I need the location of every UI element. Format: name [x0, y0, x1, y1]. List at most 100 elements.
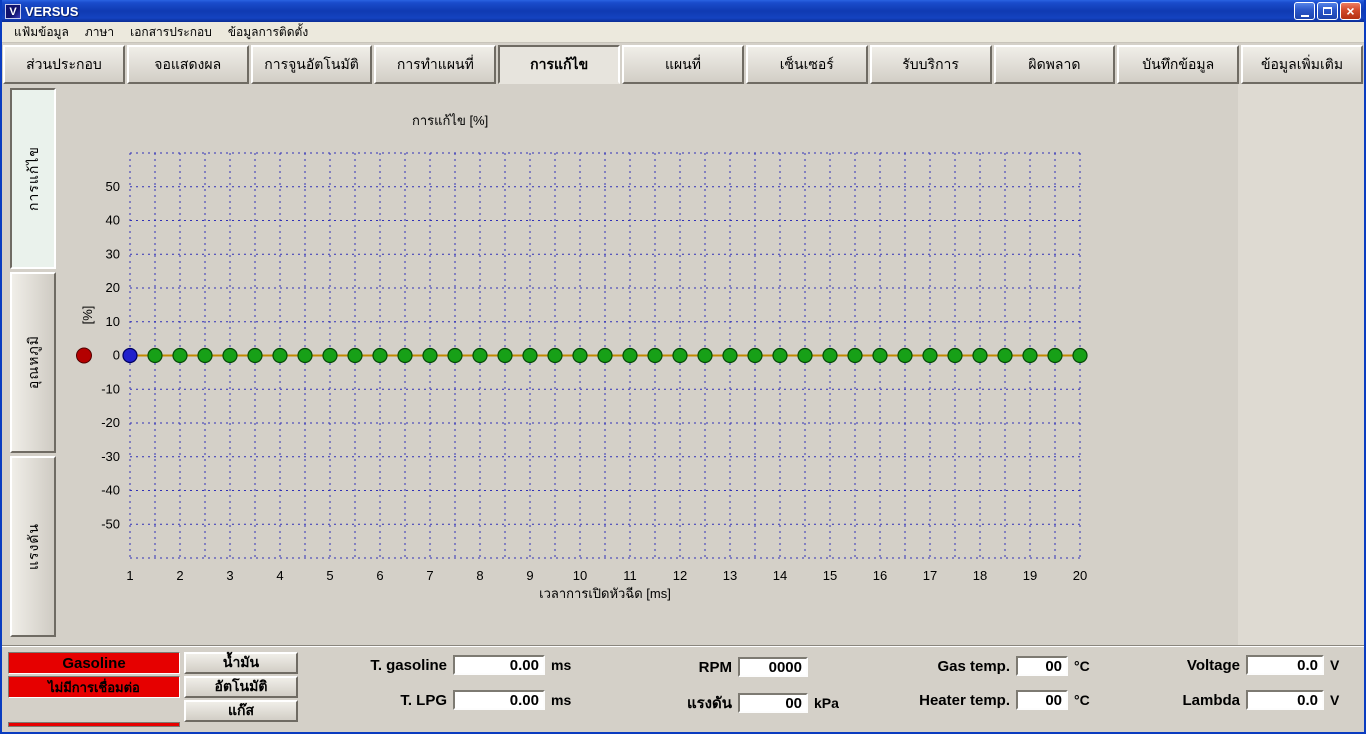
- gas-temp-label: Gas temp.: [937, 657, 1010, 675]
- chart-point[interactable]: [372, 347, 388, 364]
- tab-1[interactable]: จอแสดงผล: [126, 45, 249, 84]
- lambda-unit: V: [1330, 692, 1340, 708]
- chart-point[interactable]: [347, 347, 363, 364]
- right-panel: [1238, 84, 1364, 648]
- chart-point[interactable]: [922, 347, 938, 364]
- fuel-mode-buttons: น้ำมัน อัตโนมัติ แก๊ส: [184, 652, 298, 722]
- chart-point[interactable]: [197, 347, 213, 364]
- side-tab-2[interactable]: แรงดัน: [10, 456, 56, 637]
- t-gasoline-value[interactable]: [453, 655, 545, 675]
- x-tick-label: 14: [773, 568, 787, 583]
- status-panel: Gasoline ไม่มีการเชื่อมต่อ น้ำมัน อัตโนมั…: [2, 645, 1364, 732]
- chart-point[interactable]: [747, 347, 763, 364]
- chart-point[interactable]: [247, 347, 263, 364]
- chart-point[interactable]: [947, 347, 963, 364]
- y-tick-label: -50: [101, 516, 120, 531]
- connection-status-indicator: ไม่มีการเชื่อมต่อ: [8, 676, 180, 698]
- chart-point[interactable]: [872, 347, 888, 364]
- minimize-icon: [1300, 14, 1309, 17]
- pressure-value[interactable]: [738, 693, 808, 713]
- chart-point[interactable]: [322, 347, 338, 364]
- chart-point[interactable]: [647, 347, 663, 364]
- chart-point[interactable]: [622, 347, 638, 364]
- tab-5[interactable]: แผนที่: [622, 45, 744, 84]
- chart-point[interactable]: [297, 347, 313, 364]
- menu-item-0[interactable]: แฟ้มข้อมูล: [6, 21, 77, 44]
- tab-2[interactable]: การจูนอัตโนมัติ: [250, 45, 373, 84]
- chart-point[interactable]: [522, 347, 538, 364]
- chart-point[interactable]: [972, 347, 988, 364]
- tab-6[interactable]: เซ็นเซอร์: [745, 45, 868, 84]
- chart-point[interactable]: [997, 347, 1013, 364]
- fuel-mode-button-1[interactable]: อัตโนมัติ: [184, 676, 298, 698]
- x-tick-label: 19: [1023, 568, 1037, 583]
- chart-point[interactable]: [597, 347, 613, 364]
- chart-point[interactable]: [422, 347, 438, 364]
- chart-point[interactable]: [447, 347, 463, 364]
- x-tick-label: 1: [126, 568, 133, 583]
- side-tab-1[interactable]: อุณหภูมิ: [10, 272, 56, 453]
- chart-point[interactable]: [1072, 347, 1088, 364]
- selected-chart-point[interactable]: [122, 347, 138, 364]
- tab-4[interactable]: การแก้ไข: [498, 45, 621, 84]
- chart-point[interactable]: [147, 347, 163, 364]
- offscale-marker[interactable]: [76, 347, 92, 364]
- chart-point[interactable]: [797, 347, 813, 364]
- rpm-label: RPM: [698, 658, 732, 676]
- tab-8[interactable]: ผิดพลาด: [993, 45, 1116, 84]
- x-axis-label: เวลาการเปิดหัวฉีด [ms]: [539, 586, 671, 601]
- chart-point[interactable]: [572, 347, 588, 364]
- pressure-label: แรงดัน: [686, 695, 732, 712]
- tab-0[interactable]: ส่วนประกอบ: [3, 45, 125, 84]
- tab-3[interactable]: การทำแผนที่: [374, 45, 497, 84]
- pressure-field: แรงดัน kPa: [667, 691, 839, 715]
- chart-point[interactable]: [822, 347, 838, 364]
- x-tick-label: 15: [823, 568, 837, 583]
- heater-temp-label: Heater temp.: [919, 691, 1010, 709]
- rpm-value[interactable]: [738, 657, 808, 677]
- title-bar[interactable]: V VERSUS ×: [2, 0, 1364, 22]
- y-tick-label: -10: [101, 381, 120, 396]
- menu-item-2[interactable]: เอกสารประกอบ: [122, 21, 220, 44]
- y-tick-label: 40: [106, 213, 120, 228]
- chart-point[interactable]: [672, 347, 688, 364]
- menu-item-1[interactable]: ภาษา: [77, 21, 122, 44]
- tab-7[interactable]: รับบริการ: [869, 45, 992, 84]
- chart-point[interactable]: [272, 347, 288, 364]
- chart-point[interactable]: [497, 347, 513, 364]
- chart-plot[interactable]: 1 2 3 4 5 6 7 8 9 10 11 12 13 14 15 16 17 18 19 20504030201…: [62, 120, 1102, 620]
- maximize-button[interactable]: [1317, 2, 1338, 20]
- chart-point[interactable]: [897, 347, 913, 364]
- minimize-button[interactable]: [1294, 2, 1315, 20]
- chart-point[interactable]: [547, 347, 563, 364]
- voltage-value[interactable]: [1246, 655, 1324, 675]
- fuel-mode-button-2[interactable]: แก๊ส: [184, 700, 298, 722]
- side-tab-0[interactable]: การแก้ไข: [10, 88, 56, 269]
- side-tab-bar: การแก้ไข อุณหภูมิ แรงดัน: [10, 88, 56, 637]
- lambda-value[interactable]: [1246, 690, 1324, 710]
- chart-point[interactable]: [772, 347, 788, 364]
- close-icon: ×: [1346, 3, 1355, 19]
- heater-temp-value[interactable]: [1016, 690, 1068, 710]
- chart-point[interactable]: [222, 347, 238, 364]
- chart-point[interactable]: [722, 347, 738, 364]
- chart-point[interactable]: [1047, 347, 1063, 364]
- chart-point[interactable]: [697, 347, 713, 364]
- voltage-field: Voltage V: [1160, 655, 1339, 675]
- x-tick-label: 10: [573, 568, 587, 583]
- gas-temp-value[interactable]: [1016, 656, 1068, 676]
- chart-point[interactable]: [172, 347, 188, 364]
- tab-bar: ส่วนประกอบ จอแสดงผล การจูนอัตโนมัติ การทำแผ…: [2, 43, 1364, 84]
- chart-point[interactable]: [397, 347, 413, 364]
- chart-point[interactable]: [1022, 347, 1038, 364]
- fuel-mode-button-0[interactable]: น้ำมัน: [184, 652, 298, 674]
- tab-9[interactable]: บันทึกข้อมูล: [1117, 45, 1240, 84]
- chart-point[interactable]: [847, 347, 863, 364]
- close-button[interactable]: ×: [1340, 2, 1361, 20]
- content-area: การแก้ไข อุณหภูมิ แรงดัน การแก้ไข [%] 1234…: [2, 84, 1364, 648]
- x-tick-label: 20: [1073, 568, 1087, 583]
- chart-point[interactable]: [472, 347, 488, 364]
- t-lpg-value[interactable]: [453, 690, 545, 710]
- tab-10[interactable]: ข้อมูลเพิ่มเติม: [1241, 45, 1363, 84]
- menu-item-3[interactable]: ข้อมูลการติดตั้ง: [220, 21, 316, 44]
